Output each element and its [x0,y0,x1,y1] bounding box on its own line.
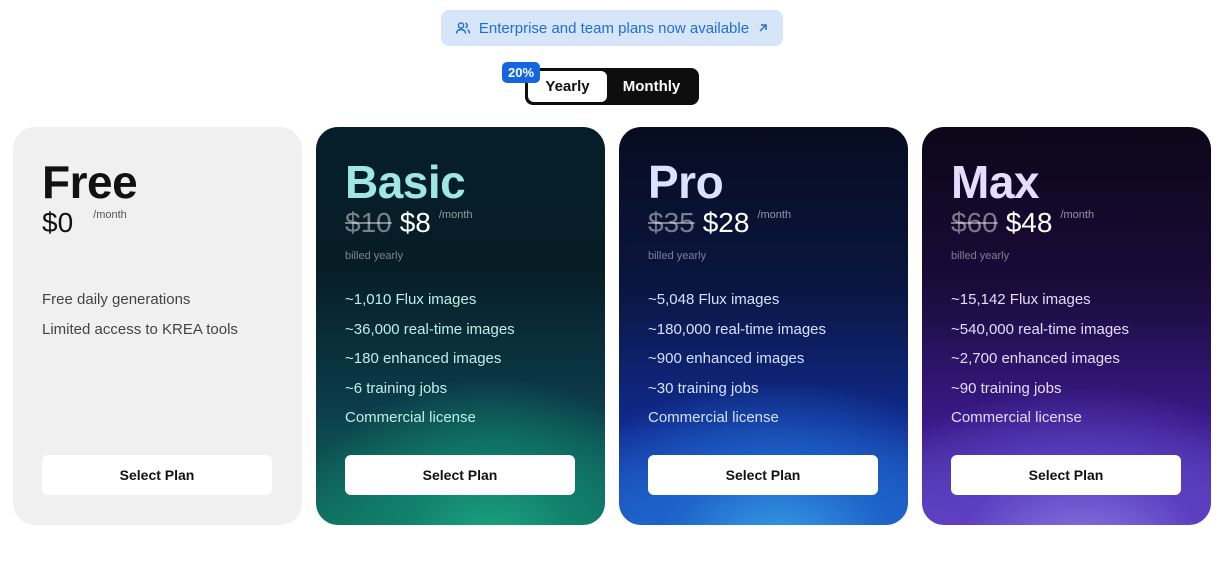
feature-item: Commercial license [648,409,779,426]
feature-item: ~900 enhanced images [648,350,805,367]
feature-item: ~15,142 Flux images [951,291,1091,308]
select-plan-pro-button[interactable]: Select Plan [648,455,878,495]
price-row: $10 $8 /month [345,207,473,239]
select-plan-basic-button[interactable]: Select Plan [345,455,575,495]
plan-card-basic: Basic $10 $8 /month billed yearly ~1,010… [316,127,605,525]
price-row: $60 $48 /month [951,207,1094,239]
price-period: /month [757,209,792,221]
feature-item: ~180,000 real-time images [648,320,827,338]
discount-badge: 20% [502,62,540,83]
billing-note: billed yearly [951,250,1010,262]
plan-name: Pro [648,156,724,208]
feature-item: ~540,000 real-time images [951,320,1130,338]
feature-item: ~30 training jobs [648,379,759,397]
pricing-page: Enterprise and team plans now available … [0,0,1224,564]
price-period: /month [1060,209,1095,221]
billing-note: billed yearly [345,250,404,262]
plan-card-pro: Pro $35 $28 /month billed yearly ~5,048 … [619,127,908,525]
price-row: $0 /month [42,207,127,239]
enterprise-announcement-link[interactable]: Enterprise and team plans now available [441,10,783,46]
price-period: /month [93,209,127,221]
select-plan-max-button[interactable]: Select Plan [951,455,1181,495]
feature-list: ~5,048 Flux images ~180,000 real-time im… [648,291,826,439]
feature-item: Free daily generations [42,291,191,308]
select-plan-free-button[interactable]: Select Plan [42,455,272,495]
original-price: $60 [951,207,998,238]
feature-item: ~6 training jobs [345,379,448,397]
feature-item: Commercial license [345,409,476,426]
billing-period-toggle: Yearly Monthly [525,68,699,105]
plan-price: $8 [399,207,431,238]
price-row: $35 $28 /month [648,207,791,239]
announcement-text: Enterprise and team plans now available [478,19,750,37]
feature-item: Commercial license [951,409,1082,426]
plan-card-free: Free $0 /month Free daily generations Li… [13,127,302,525]
feature-item: ~1,010 Flux images [345,291,477,308]
plan-name: Max [951,156,1039,208]
users-icon [455,20,471,36]
price-period: /month [438,209,473,221]
feature-list: ~15,142 Flux images ~540,000 real-time i… [951,291,1129,439]
feature-item: ~5,048 Flux images [648,291,780,308]
feature-list: Free daily generations Limited access to… [42,291,238,350]
billing-monthly-option[interactable]: Monthly [607,71,696,102]
original-price: $35 [648,207,695,238]
feature-item: Limited access to KREA tools [42,320,238,338]
original-price: $10 [345,207,392,238]
feature-item: ~90 training jobs [951,379,1062,397]
plan-price: $48 [1005,207,1053,238]
plan-price: $0 [42,207,74,238]
feature-item: ~36,000 real-time images [345,320,515,338]
plan-name: Free [42,156,138,208]
feature-list: ~1,010 Flux images ~36,000 real-time ima… [345,291,515,439]
arrow-up-right-icon [757,22,769,34]
plan-card-max: Max $60 $48 /month billed yearly ~15,142… [922,127,1211,525]
plan-price: $28 [702,207,750,238]
billing-note: billed yearly [648,250,707,262]
feature-item: ~2,700 enhanced images [951,350,1120,367]
feature-item: ~180 enhanced images [345,350,502,367]
plan-name: Basic [345,156,466,208]
